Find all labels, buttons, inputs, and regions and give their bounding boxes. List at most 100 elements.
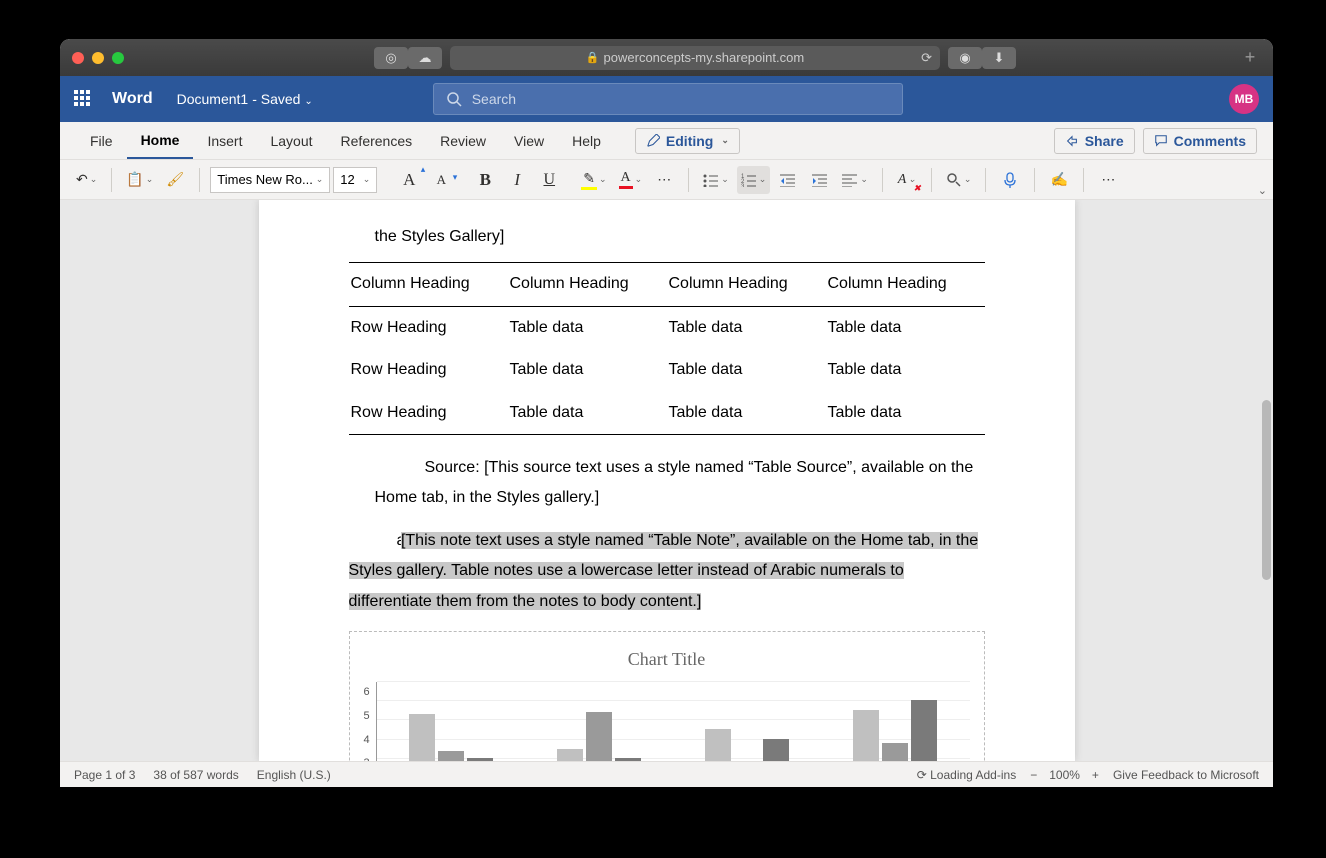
sample-table[interactable]: Column Heading Column Heading Column Hea…: [349, 262, 985, 435]
undo-button[interactable]: ↶⌄: [72, 166, 101, 194]
chart-y-axis: 65432: [364, 682, 376, 761]
bullets-icon: [703, 173, 719, 187]
pencil-icon: [646, 134, 660, 148]
find-button[interactable]: ⌄: [942, 166, 976, 194]
tab-review[interactable]: Review: [426, 122, 500, 159]
editor-button[interactable]: ✍: [1045, 166, 1073, 194]
italic-button[interactable]: I: [503, 166, 531, 194]
tab-layout[interactable]: Layout: [256, 122, 326, 159]
privacy-icon[interactable]: ◎: [374, 47, 408, 69]
cloud-icon[interactable]: ☁: [408, 47, 442, 69]
note-letter: a.: [349, 526, 397, 556]
close-window-button[interactable]: [72, 52, 84, 64]
font-size-select[interactable]: 12⌄: [333, 167, 377, 193]
status-bar: Page 1 of 3 38 of 587 words English (U.S…: [60, 761, 1273, 787]
chart-bar: [409, 714, 435, 761]
minimize-window-button[interactable]: [92, 52, 104, 64]
tab-home[interactable]: Home: [127, 122, 194, 159]
align-icon: [842, 173, 858, 187]
chart-plot-area: [376, 682, 970, 761]
underline-button[interactable]: U: [535, 166, 563, 194]
comment-icon: [1154, 134, 1168, 148]
window-controls: [72, 52, 124, 64]
more-commands-button[interactable]: ⋯: [1094, 166, 1122, 194]
dictate-button[interactable]: [996, 166, 1024, 194]
highlight-button[interactable]: ✎⌄: [577, 166, 610, 194]
outdent-icon: [780, 173, 796, 187]
zoom-in-button[interactable]: +: [1092, 768, 1099, 782]
zoom-level: 100%: [1049, 768, 1080, 782]
feedback-link[interactable]: Give Feedback to Microsoft: [1113, 768, 1259, 782]
chart-bar: [853, 710, 879, 761]
chart-bar: [438, 751, 464, 761]
bold-button[interactable]: B: [471, 166, 499, 194]
document-name[interactable]: Document1: [177, 91, 249, 107]
table-source-text: Source: [This source text uses a style n…: [349, 453, 985, 514]
browser-titlebar: ◎ ☁ 🔒 powerconcepts-my.sharepoint.com ⟳ …: [60, 39, 1273, 76]
zoom-control[interactable]: − 100% +: [1030, 768, 1099, 782]
tab-help[interactable]: Help: [558, 122, 615, 159]
document-canvas[interactable]: the Styles Gallery] Column Heading Colum…: [60, 200, 1273, 761]
app-header: Word Document1 - Saved ⌄ Search MB: [60, 76, 1273, 122]
table-row: Row HeadingTable dataTable dataTable dat…: [349, 392, 985, 435]
document-page[interactable]: the Styles Gallery] Column Heading Colum…: [259, 200, 1075, 761]
home-toolbar: ↶⌄ 📋⌄ 🖌 Times New Ro...⌄ 12⌄ A▴ A▾ B I U…: [60, 160, 1273, 200]
table-row: Row HeadingTable dataTable dataTable dat…: [349, 349, 985, 391]
language-status[interactable]: English (U.S.): [257, 768, 331, 782]
decrease-indent-button[interactable]: [774, 166, 802, 194]
tab-insert[interactable]: Insert: [193, 122, 256, 159]
indent-icon: [812, 173, 828, 187]
font-color-button[interactable]: A⌄: [615, 166, 647, 194]
find-icon: [946, 172, 962, 188]
align-button[interactable]: ⌄: [838, 166, 872, 194]
collapse-ribbon-button[interactable]: ⌄: [1258, 184, 1267, 197]
shrink-font-button[interactable]: A▾: [427, 166, 455, 194]
tab-file[interactable]: File: [76, 122, 127, 159]
user-avatar[interactable]: MB: [1229, 84, 1259, 114]
font-family-select[interactable]: Times New Ro...⌄: [210, 167, 330, 193]
share-button[interactable]: Share: [1054, 128, 1135, 154]
paste-button[interactable]: 📋⌄: [122, 166, 157, 194]
chart-bar: [882, 743, 908, 761]
address-bar[interactable]: 🔒 powerconcepts-my.sharepoint.com ⟳: [450, 46, 940, 70]
chart-bar: [911, 700, 937, 761]
new-tab-button[interactable]: +: [1239, 47, 1261, 69]
search-input[interactable]: Search: [433, 83, 903, 115]
reader-icon[interactable]: ◉: [948, 47, 982, 69]
ribbon-tabs: File Home Insert Layout References Revie…: [60, 122, 1273, 160]
numbering-icon: 123: [741, 173, 757, 187]
page-count[interactable]: Page 1 of 3: [74, 768, 135, 782]
bullets-button[interactable]: ⌄: [699, 166, 733, 194]
tab-view[interactable]: View: [500, 122, 558, 159]
embedded-chart[interactable]: Chart Title 65432: [349, 631, 985, 761]
svg-text:3: 3: [741, 184, 745, 187]
comments-button[interactable]: Comments: [1143, 128, 1257, 154]
grow-font-button[interactable]: A▴: [395, 166, 423, 194]
format-painter-button[interactable]: 🖌: [161, 166, 189, 194]
clear-formatting-button[interactable]: A✖⌄: [893, 166, 921, 194]
addins-status[interactable]: ⟳ Loading Add-ins: [917, 768, 1016, 782]
vertical-scrollbar[interactable]: [1262, 400, 1271, 580]
app-launcher-icon[interactable]: [74, 90, 92, 108]
more-font-button[interactable]: ⋯: [650, 166, 678, 194]
app-window: ◎ ☁ 🔒 powerconcepts-my.sharepoint.com ⟳ …: [60, 39, 1273, 787]
downloads-icon[interactable]: ⬇: [982, 47, 1016, 69]
table-row: Row HeadingTable dataTable dataTable dat…: [349, 306, 985, 349]
document-status[interactable]: - Saved ⌄: [252, 91, 313, 107]
app-name[interactable]: Word: [112, 90, 153, 108]
numbering-button[interactable]: 123⌄: [737, 166, 771, 194]
word-count[interactable]: 38 of 587 words: [153, 768, 238, 782]
tab-references[interactable]: References: [327, 122, 427, 159]
body-text-fragment: the Styles Gallery]: [349, 200, 985, 252]
table-header: Column Heading: [826, 263, 985, 306]
reload-icon[interactable]: ⟳: [921, 50, 932, 66]
share-icon: [1065, 134, 1079, 148]
dictate-icon: [1002, 172, 1018, 188]
increase-indent-button[interactable]: [806, 166, 834, 194]
note-text-selected: [This note text uses a style named “Tabl…: [349, 532, 979, 610]
zoom-out-button[interactable]: −: [1030, 768, 1037, 782]
editing-mode-button[interactable]: Editing⌄: [635, 128, 740, 154]
chart-bar: [557, 749, 583, 761]
chart-bar: [705, 729, 731, 761]
maximize-window-button[interactable]: [112, 52, 124, 64]
